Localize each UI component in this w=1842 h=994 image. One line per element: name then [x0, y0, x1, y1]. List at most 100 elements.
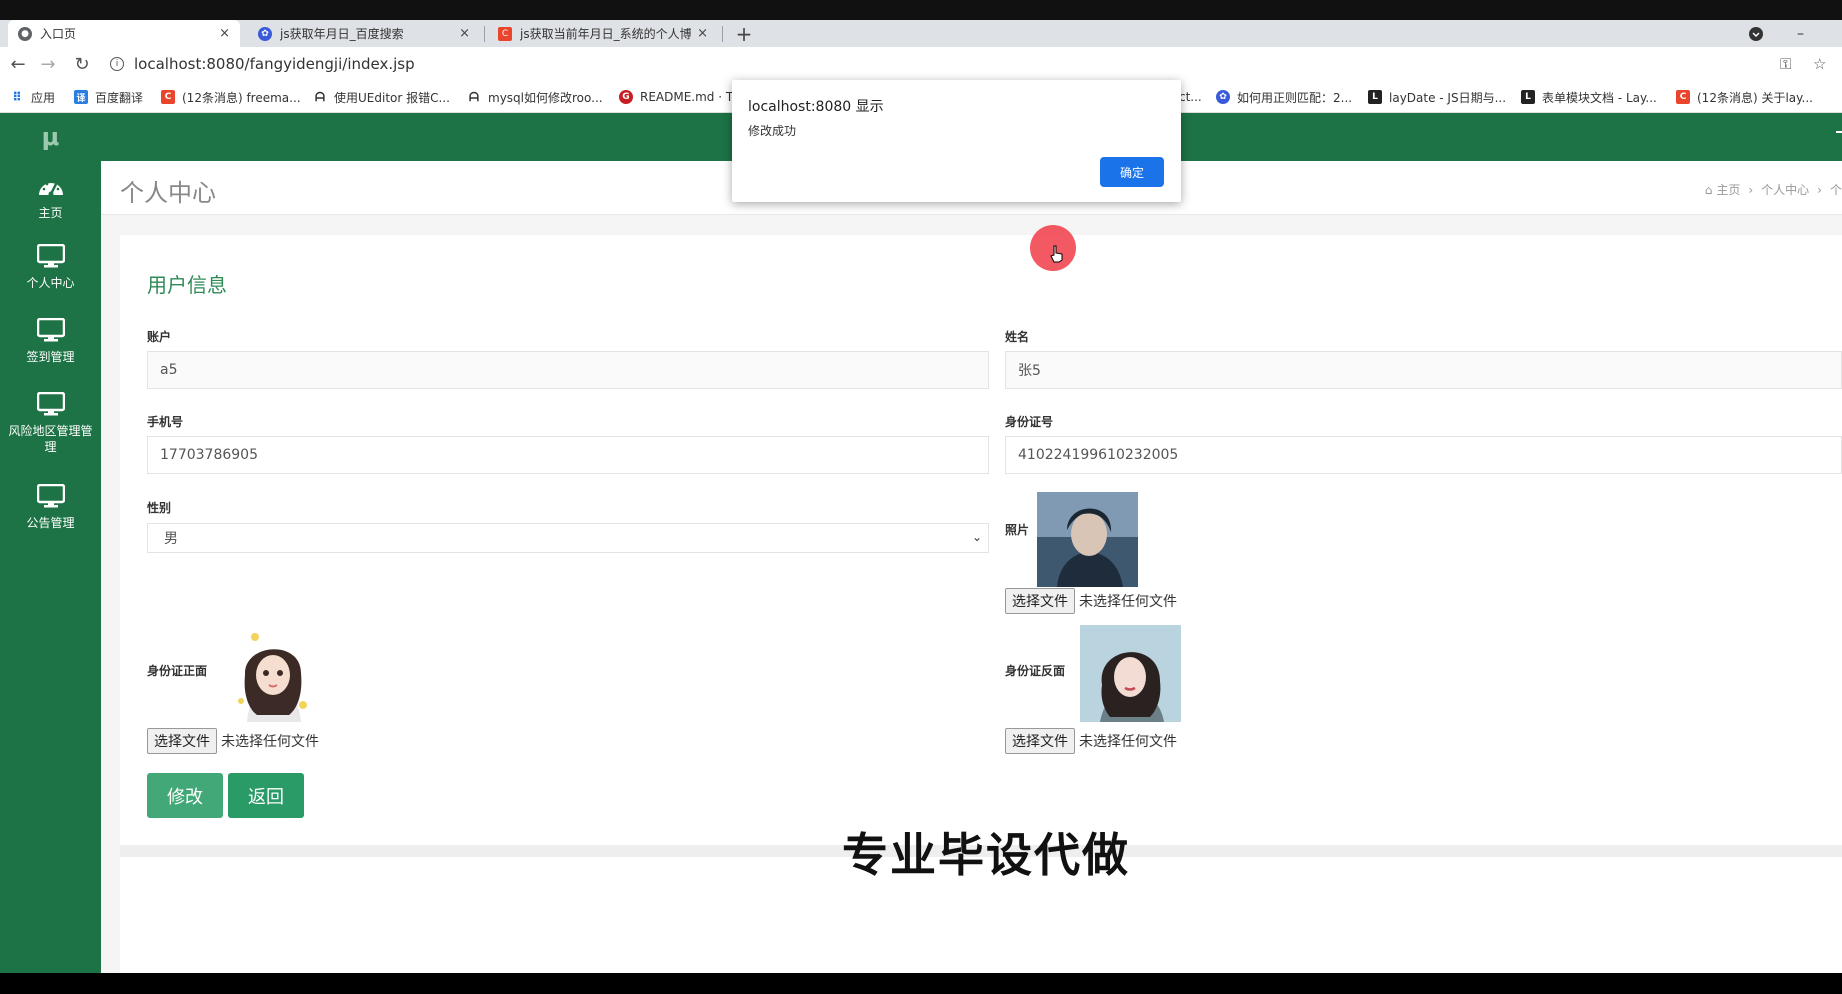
monitor-icon: [36, 243, 65, 269]
bookmark-label: 应用: [31, 90, 56, 105]
bookmark-label: (12条消息) freema...: [182, 90, 301, 105]
browser-toolbar: ← → ↻ i localhost:8080/fangyidengji/inde…: [0, 47, 1842, 81]
id-number-label: 身份证号: [1005, 415, 1054, 429]
gender-selected-value: 男: [164, 531, 178, 547]
id-front-thumbnail: [225, 625, 320, 722]
browser-tab[interactable]: C js获取当前年月日_系统的个人博 ×: [488, 20, 718, 47]
dialog-title: localhost:8080 显示: [748, 99, 884, 115]
address-url[interactable]: localhost:8080/fangyidengji/index.jsp: [134, 55, 415, 73]
monitor-icon: [36, 317, 65, 343]
file-status-text: 未选择任何文件: [221, 733, 319, 750]
bookmark-label: 使用UEditor 报错C...: [334, 90, 450, 105]
dialog-ok-button[interactable]: 确定: [1100, 157, 1164, 187]
tab-close-icon[interactable]: ×: [219, 26, 230, 41]
app-logo[interactable]: μ: [0, 113, 101, 161]
layui-icon: L: [1521, 90, 1535, 104]
forward-arrow-icon[interactable]: →: [36, 47, 60, 81]
gitee-icon: G: [619, 90, 633, 104]
gender-select[interactable]: 男 ⌄: [147, 523, 989, 553]
id-number-field[interactable]: 410224199610232005: [1005, 436, 1842, 474]
bookmark-item[interactable]: C (12条消息) 关于lay...: [1676, 81, 1813, 113]
site-info-icon[interactable]: i: [110, 57, 124, 71]
bookmark-label: layDate - JS日期与...: [1389, 90, 1507, 105]
id-back-file-input[interactable]: 选择文件 未选择任何文件: [1005, 727, 1177, 754]
sidebar-item-label: 个人中心: [26, 276, 75, 290]
name-field[interactable]: 张5: [1005, 351, 1842, 389]
page-title: 个人中心: [120, 179, 216, 207]
layui-icon: L: [1368, 90, 1382, 104]
topbar-menu-icon[interactable]: [1836, 131, 1842, 133]
monitor-icon: [36, 391, 65, 417]
bookmark-item[interactable]: ᗩ mysql如何修改roo...: [467, 81, 603, 113]
id-front-file-input[interactable]: 选择文件 未选择任何文件: [147, 727, 319, 754]
bookmark-label: (12条消息) 关于lay...: [1697, 90, 1813, 105]
browser-tab-active[interactable]: ● 入口页 ×: [8, 20, 240, 47]
back-button[interactable]: 返回: [228, 773, 304, 818]
bookmark-label: ct...: [1179, 90, 1202, 104]
breadcrumb: ⌂ 主页 › 个人中心 › 个: [1704, 181, 1842, 198]
bookmark-label: mysql如何修改roo...: [488, 90, 603, 105]
back-arrow-icon[interactable]: ←: [6, 47, 30, 81]
hand-cursor-icon: [1050, 245, 1064, 263]
bookmark-label: 百度翻译: [95, 90, 144, 105]
bookmark-apps[interactable]: ⠿ 应用: [10, 81, 55, 113]
choose-file-button[interactable]: 选择文件: [1005, 587, 1075, 614]
choose-file-button[interactable]: 选择文件: [1005, 727, 1075, 754]
browser-profile-icon[interactable]: [1748, 20, 1764, 47]
tab-separator: [722, 26, 723, 42]
breadcrumb-item-home[interactable]: 主页: [1716, 181, 1740, 198]
photo-label: 照片: [1005, 523, 1030, 537]
bookmark-item[interactable]: ✿ 如何用正则匹配：2...: [1216, 81, 1352, 113]
tab-close-icon[interactable]: ×: [697, 26, 708, 41]
sidebar-item-notice[interactable]: 公告管理: [0, 483, 101, 531]
photo-file-input[interactable]: 选择文件 未选择任何文件: [1005, 587, 1177, 614]
tab-close-icon[interactable]: ×: [459, 26, 470, 41]
file-status-text: 未选择任何文件: [1079, 733, 1177, 750]
minimize-icon[interactable]: –: [1797, 20, 1804, 47]
reload-icon[interactable]: ↻: [70, 47, 94, 81]
user-info-card: 用户信息 账户 a5 姓名 张5 手机号 17703786905 身份证号 41…: [120, 235, 1842, 845]
section-title: 用户信息: [147, 273, 227, 297]
bookmark-item[interactable]: 译 百度翻译: [74, 81, 143, 113]
translate-icon: 译: [74, 90, 88, 104]
baidu-paw-icon: ✿: [258, 26, 272, 41]
tab-title: 入口页: [40, 27, 77, 41]
bookmark-item[interactable]: L 表单模块文档 - Lay...: [1521, 81, 1657, 113]
home-icon: ⌂: [1704, 182, 1713, 197]
sidebar: μ 主页 个人中心 签到管理 风险地区管理管理 公告管理: [0, 113, 101, 973]
bookmark-item[interactable]: ct...: [1179, 81, 1202, 113]
photo-thumbnail: [1037, 492, 1138, 587]
sidebar-item-risk-area[interactable]: 风险地区管理管理: [0, 391, 101, 455]
choose-file-button[interactable]: 选择文件: [147, 727, 217, 754]
address-bar[interactable]: i localhost:8080/fangyidengji/index.jsp: [110, 52, 1750, 76]
phone-field[interactable]: 17703786905: [147, 436, 989, 474]
bookmark-star-icon[interactable]: ☆: [1813, 47, 1826, 81]
monitor-icon: [36, 483, 65, 509]
baidu-paw-icon: ✿: [1216, 90, 1230, 104]
sidebar-item-checkin[interactable]: 签到管理: [0, 317, 101, 365]
sidebar-item-personal-center[interactable]: 个人中心: [0, 243, 101, 291]
bookmark-label: 表单模块文档 - Lay...: [1542, 90, 1657, 105]
csdn-icon: C: [498, 26, 512, 41]
apps-grid-icon: ⠿: [12, 90, 22, 104]
key-icon[interactable]: ⚿: [1780, 47, 1791, 81]
browser-tab-strip: ● 入口页 × ✿ js获取年月日_百度搜索 × C js获取当前年月日_系统的…: [0, 20, 1842, 47]
account-label: 账户: [147, 330, 172, 344]
bookmark-item[interactable]: L layDate - JS日期与...: [1368, 81, 1506, 113]
bookmark-item[interactable]: C (12条消息) freema...: [161, 81, 301, 113]
sidebar-item-label: 公告管理: [26, 516, 75, 530]
screen: { "browser": { "tabs": [ {"title": "入口页"…: [0, 0, 1842, 994]
new-tab-button[interactable]: +: [734, 20, 754, 47]
bookmark-item[interactable]: G README.md · T: [619, 81, 733, 113]
sidebar-item-label: 风险地区管理管理: [8, 424, 93, 454]
github-icon: ᗩ: [315, 89, 325, 104]
tab-title: js获取年月日_百度搜索: [280, 27, 404, 41]
breadcrumb-item-personal-center[interactable]: 个人中心: [1761, 181, 1809, 198]
account-field[interactable]: a5: [147, 351, 989, 389]
sidebar-item-home[interactable]: 主页: [0, 173, 101, 221]
browser-tab[interactable]: ✿ js获取年月日_百度搜索 ×: [248, 20, 480, 47]
id-front-label: 身份证正面: [147, 664, 208, 678]
modify-button[interactable]: 修改: [147, 773, 223, 818]
csdn-icon: C: [1676, 90, 1690, 104]
bookmark-item[interactable]: ᗩ 使用UEditor 报错C...: [313, 81, 450, 113]
